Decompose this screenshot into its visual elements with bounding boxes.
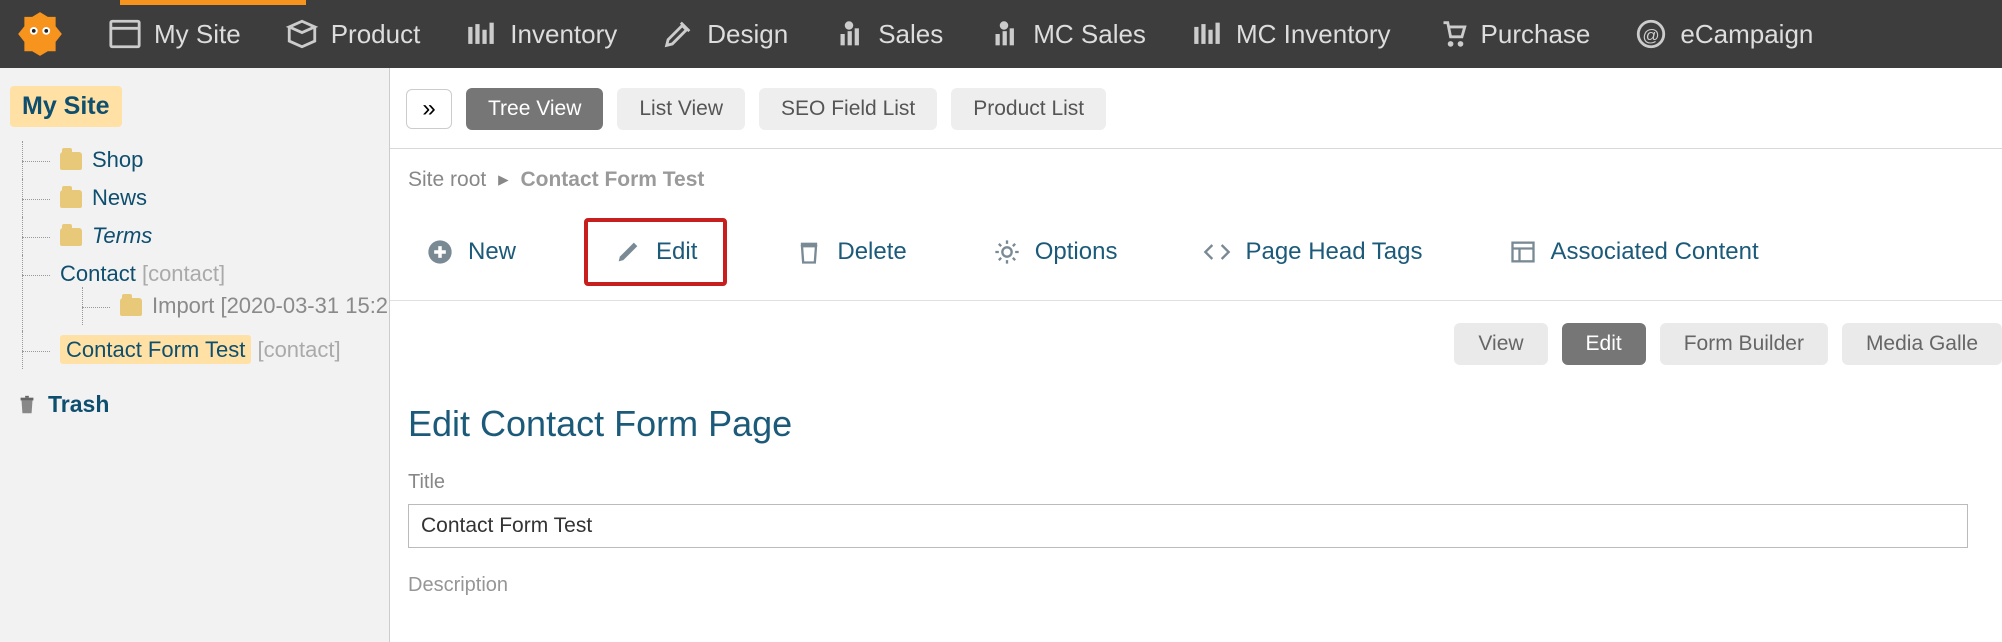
- tree-item-shop[interactable]: Shop: [22, 141, 379, 179]
- tree-item-import[interactable]: Import [2020-03-31 15:28]: [82, 287, 379, 325]
- page-title: Edit Contact Form Page: [390, 365, 2002, 471]
- folder-icon: [60, 152, 82, 170]
- action-delete[interactable]: Delete: [777, 230, 924, 274]
- nav-label: Sales: [878, 19, 943, 50]
- site-tree: Shop News Terms Contact [contact] Import…: [22, 141, 379, 369]
- title-field-label: Title: [390, 471, 2002, 504]
- active-tab-indicator: [120, 0, 306, 5]
- folder-icon: [60, 190, 82, 208]
- nav-label: eCampaign: [1680, 19, 1813, 50]
- nav-product[interactable]: Product: [263, 17, 443, 51]
- svg-text:@: @: [1643, 26, 1660, 45]
- pencil-icon: [614, 238, 642, 266]
- collapse-sidebar-button[interactable]: »: [406, 89, 452, 129]
- layout-icon: [1509, 238, 1537, 266]
- view-bar: » Tree View List View SEO Field List Pro…: [390, 88, 2002, 149]
- folder-icon: [60, 228, 82, 246]
- nav-label: Design: [707, 19, 788, 50]
- breadcrumb-current: Contact Form Test: [520, 168, 704, 191]
- code-icon: [1203, 238, 1231, 266]
- sidebar-trash[interactable]: Trash: [10, 391, 379, 418]
- app-logo[interactable]: [12, 6, 68, 62]
- nav-ecampaign[interactable]: @ eCampaign: [1612, 17, 1835, 51]
- nav-inventory[interactable]: Inventory: [442, 17, 639, 51]
- action-bar: New Edit Delete Options Page Head Tags A…: [390, 200, 2002, 301]
- trash-icon: [795, 238, 823, 266]
- sidebar: My Site Shop News Terms Contact [contact…: [0, 68, 390, 642]
- nav-mc-inventory[interactable]: MC Inventory: [1168, 17, 1413, 51]
- sidebar-root[interactable]: My Site: [10, 86, 122, 127]
- nav-sales[interactable]: Sales: [810, 17, 965, 51]
- content-tabs: View Edit Form Builder Media Galle: [390, 301, 2002, 365]
- viewbtn-product-list[interactable]: Product List: [951, 88, 1106, 130]
- nav-label: Product: [331, 19, 421, 50]
- nav-label: Inventory: [510, 19, 617, 50]
- breadcrumb: Site root ▸ Contact Form Test: [390, 149, 2002, 200]
- action-options[interactable]: Options: [975, 230, 1136, 274]
- tab-form-builder[interactable]: Form Builder: [1660, 323, 1828, 365]
- description-field-label: Description: [390, 548, 2002, 597]
- trash-icon: [16, 392, 38, 418]
- trash-label: Trash: [48, 391, 109, 418]
- tab-view[interactable]: View: [1454, 323, 1547, 365]
- gear-icon: [993, 238, 1021, 266]
- nav-purchase[interactable]: Purchase: [1413, 17, 1613, 51]
- tree-item-news[interactable]: News: [22, 179, 379, 217]
- title-input[interactable]: [408, 504, 1968, 548]
- viewbtn-list-view[interactable]: List View: [617, 88, 745, 130]
- plus-circle-icon: [426, 238, 454, 266]
- tree-item-terms[interactable]: Terms: [22, 217, 379, 255]
- nav-label: Purchase: [1481, 19, 1591, 50]
- nav-label: My Site: [154, 19, 241, 50]
- action-new[interactable]: New: [408, 230, 534, 274]
- action-associated-content[interactable]: Associated Content: [1491, 230, 1777, 274]
- nav-my-site[interactable]: My Site: [86, 17, 263, 51]
- nav-mc-sales[interactable]: MC Sales: [965, 17, 1168, 51]
- tree-item-contact-form-test[interactable]: Contact Form Test [contact]: [22, 331, 379, 369]
- action-edit[interactable]: Edit: [584, 218, 727, 286]
- top-nav: My Site Product Inventory Design Sales M…: [0, 0, 2002, 68]
- folder-icon: [120, 298, 142, 316]
- chevron-right-icon: ▸: [498, 168, 509, 191]
- tree-item-contact[interactable]: Contact [contact] Import [2020-03-31 15:…: [22, 255, 379, 331]
- tab-media-gallery[interactable]: Media Galle: [1842, 323, 2002, 365]
- action-page-head-tags[interactable]: Page Head Tags: [1185, 230, 1440, 274]
- nav-label: MC Sales: [1033, 19, 1146, 50]
- viewbtn-seo-field-list[interactable]: SEO Field List: [759, 88, 937, 130]
- viewbtn-tree-view[interactable]: Tree View: [466, 88, 603, 130]
- main-content: » Tree View List View SEO Field List Pro…: [390, 68, 2002, 642]
- nav-label: MC Inventory: [1236, 19, 1391, 50]
- breadcrumb-root[interactable]: Site root: [408, 168, 486, 191]
- tab-edit[interactable]: Edit: [1562, 323, 1646, 365]
- nav-design[interactable]: Design: [639, 17, 810, 51]
